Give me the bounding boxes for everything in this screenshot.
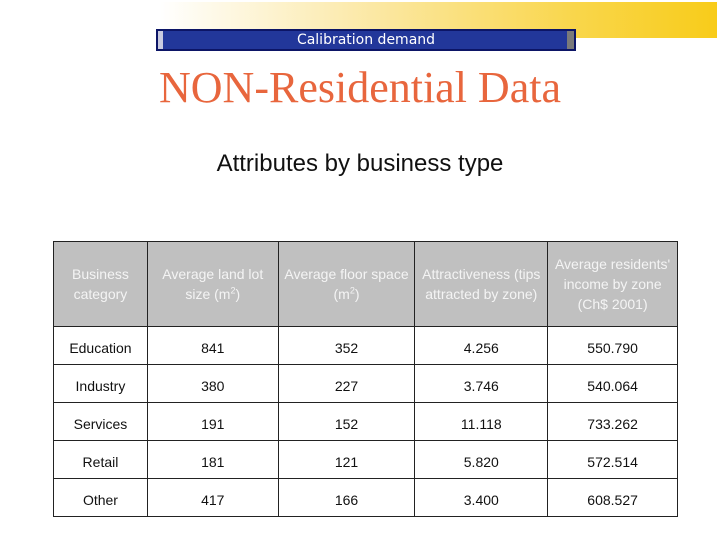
cell-land-lot: 417 [146, 478, 279, 517]
cell-land-lot: 380 [146, 364, 279, 403]
cell-attractiveness: 3.746 [414, 364, 549, 403]
slide-subtitle: Attributes by business type [216, 150, 504, 177]
cell-category: Services [53, 402, 148, 441]
header-label: Business category [72, 266, 129, 302]
header-label: Average land lot size (m [162, 266, 264, 302]
cell-category: Retail [53, 440, 148, 479]
cell-income: 608.527 [547, 478, 678, 517]
header-avg-land-lot-size: Average land lot size (m2) [146, 241, 279, 327]
cell-floor-space: 121 [277, 440, 416, 479]
cell-floor-space: 227 [277, 364, 416, 403]
cell-land-lot: 181 [146, 440, 279, 479]
header-label: Average residents' income by zone (Ch$ 2… [554, 256, 671, 312]
slide-title: NON-Residential Data [159, 63, 561, 112]
cell-land-lot: 191 [146, 402, 279, 441]
cell-income: 550.790 [547, 326, 678, 365]
cell-attractiveness: 4.256 [414, 326, 549, 365]
cell-income: 540.064 [547, 364, 678, 403]
cell-income: 733.262 [547, 402, 678, 441]
table-header-row: Business category Average land lot size … [53, 241, 678, 327]
attributes-table: Business category Average land lot size … [53, 241, 678, 517]
cell-category: Industry [53, 364, 148, 403]
cell-category: Other [53, 478, 148, 517]
cell-attractiveness: 3.400 [414, 478, 549, 517]
header-label: Average floor space (m [284, 266, 409, 302]
cell-floor-space: 352 [277, 326, 416, 365]
cell-income: 572.514 [547, 440, 678, 479]
table-row: Other 417 166 3.400 608.527 [53, 478, 678, 517]
header-avg-floor-space: Average floor space (m2) [277, 241, 416, 327]
table-row: Education 841 352 4.256 550.790 [53, 326, 678, 365]
table-row: Industry 380 227 3.746 540.064 [53, 364, 678, 403]
banner-right-cap [567, 31, 574, 49]
header-label-suffix: ) [354, 286, 360, 302]
cell-floor-space: 152 [277, 402, 416, 441]
header-label: Attractiveness (tips attracted by zone) [422, 266, 541, 302]
header-business-category: Business category [53, 241, 148, 327]
cell-attractiveness: 5.820 [414, 440, 549, 479]
header-avg-residents-income: Average residents' income by zone (Ch$ 2… [547, 241, 678, 327]
cell-floor-space: 166 [277, 478, 416, 517]
header-attractiveness: Attractiveness (tips attracted by zone) [414, 241, 549, 327]
banner-text: Calibration demand [296, 32, 436, 48]
table-row: Services 191 152 11.118 733.262 [53, 402, 678, 441]
cell-attractiveness: 11.118 [414, 402, 549, 441]
cell-category: Education [53, 326, 148, 365]
header-label-suffix: ) [235, 286, 241, 302]
section-banner: Calibration demand [156, 29, 576, 51]
cell-land-lot: 841 [146, 326, 279, 365]
table-row: Retail 181 121 5.820 572.514 [53, 440, 678, 479]
